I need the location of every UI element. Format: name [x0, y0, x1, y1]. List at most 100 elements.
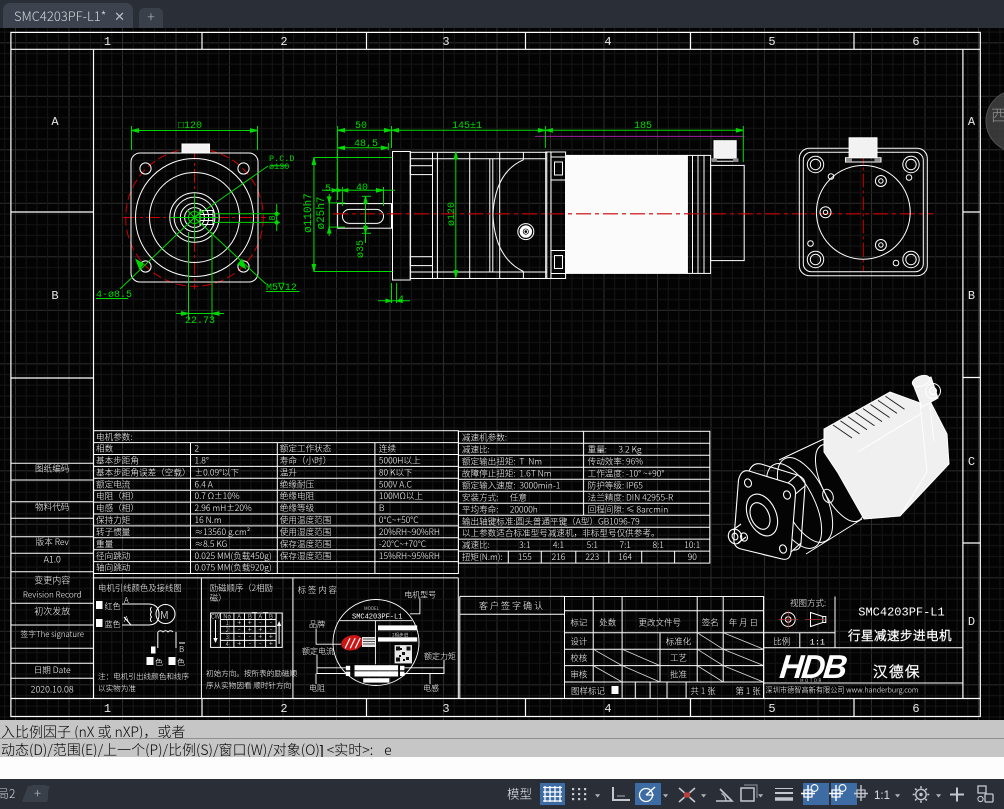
- svg-text:保存湿度范围: 保存湿度范围: [280, 550, 332, 562]
- svg-text:工艺: 工艺: [670, 652, 687, 664]
- svg-text:4:1: 4:1: [553, 539, 565, 551]
- svg-text:签名: 签名: [702, 617, 719, 629]
- svg-text:M5∇12: M5∇12: [266, 282, 297, 294]
- svg-text:4: 4: [604, 702, 611, 716]
- svg-text:A1.0: A1.0: [44, 553, 61, 566]
- svg-text:视图方式:: 视图方式:: [790, 597, 826, 609]
- svg-text:SMC4203PF-L1: SMC4203PF-L1: [858, 606, 944, 620]
- svg-text:48,5: 48,5: [354, 139, 378, 150]
- svg-text:使用温度范围: 使用温度范围: [280, 514, 332, 526]
- svg-text:保持力矩: 保持力矩: [96, 514, 131, 526]
- svg-text:局2: 局2: [0, 785, 15, 802]
- svg-text:1:1: 1:1: [810, 637, 825, 647]
- svg-text:B: B: [968, 289, 975, 303]
- svg-text:1: 1: [104, 702, 111, 716]
- svg-text:±0.09°以下: ±0.09°以下: [195, 466, 240, 478]
- svg-text:电阻: 电阻: [309, 683, 325, 694]
- svg-text:2相步进: 2相步进: [392, 631, 409, 638]
- svg-text:法兰精度: DIN 42955-R: 法兰精度: DIN 42955-R: [588, 491, 674, 503]
- svg-text:C: C: [968, 455, 975, 469]
- svg-text:D: D: [968, 615, 975, 629]
- svg-text:色: 色: [155, 657, 163, 668]
- svg-text:80 K以下: 80 K以下: [379, 466, 413, 478]
- svg-text:电机引线颜色及接线图: 电机引线颜色及接线图: [98, 582, 182, 594]
- svg-text:签字The signature: 签字The signature: [20, 629, 83, 640]
- svg-text:额定力矩: 额定力矩: [424, 651, 456, 662]
- svg-text:防护等级: IP65: 防护等级: IP65: [588, 479, 644, 491]
- svg-text:4: 4: [604, 35, 611, 49]
- svg-text:4: 4: [398, 295, 404, 306]
- svg-text:注：电机引出线颜色和线序: 注：电机引出线颜色和线序: [98, 671, 190, 682]
- svg-text:以上参数适合标准型号减速机，非标型号仅供参考。: 以上参数适合标准型号减速机，非标型号仅供参考。: [462, 527, 660, 539]
- svg-text:设计: 设计: [570, 636, 588, 648]
- svg-text:变更内容: 变更内容: [34, 574, 70, 587]
- svg-text:减速机参数:: 减速机参数:: [462, 431, 507, 443]
- svg-text:使用湿度范围: 使用湿度范围: [280, 526, 332, 538]
- svg-text:≈13560 g.cm²: ≈13560 g.cm²: [195, 526, 251, 538]
- svg-text:A: A: [51, 115, 59, 129]
- svg-text:重量: 3.2 Kg: 重量: 3.2 Kg: [588, 443, 642, 455]
- svg-text:共 1 张: 共 1 张: [690, 685, 716, 697]
- svg-text:0.7 Ω±10%: 0.7 Ω±10%: [195, 490, 240, 502]
- svg-text:减速比:: 减速比:: [462, 443, 490, 455]
- svg-text:校核: 校核: [570, 652, 588, 664]
- svg-text:1: 1: [104, 35, 111, 49]
- svg-text:电机参数:: 电机参数:: [96, 431, 133, 443]
- svg-text:汉德保: 汉德保: [873, 661, 921, 682]
- svg-text:155: 155: [518, 551, 532, 563]
- svg-text:1:1: 1:1: [874, 790, 890, 802]
- svg-text:SMC4203PF-L1: SMC4203PF-L1: [352, 614, 402, 622]
- svg-text:图样标记: 图样标记: [571, 685, 606, 697]
- svg-text:CW: CW: [211, 611, 220, 620]
- svg-text:轴向跳动: 轴向跳动: [96, 562, 131, 574]
- svg-text:额定输出扭矩: T Nm: 额定输出扭矩: T Nm: [462, 455, 542, 467]
- svg-text:ø130: ø130: [269, 162, 289, 172]
- svg-text:-20°C~+70°C: -20°C~+70°C: [379, 538, 427, 550]
- svg-text:减速比:: 减速比:: [462, 539, 490, 551]
- svg-text:图纸编码: 图纸编码: [35, 463, 70, 475]
- svg-text:额定输入速度: 3000min-1: 额定输入速度: 3000min-1: [462, 479, 561, 491]
- svg-text:0.075 MM(负载920g): 0.075 MM(负载920g): [195, 562, 272, 574]
- svg-text:MODEL: MODEL: [364, 606, 380, 612]
- svg-text:ø35: ø35: [356, 240, 367, 258]
- svg-text:MOTOR: MOTOR: [800, 678, 823, 684]
- svg-text:3:1: 3:1: [519, 539, 531, 551]
- svg-text:5000H以上: 5000H以上: [379, 455, 421, 467]
- svg-text:绝缘耐压: 绝缘耐压: [280, 478, 315, 490]
- svg-text:223: 223: [585, 551, 599, 563]
- svg-text:日期 Date: 日期 Date: [34, 664, 71, 676]
- svg-text:2: 2: [280, 35, 287, 49]
- svg-text:扭矩(N.m):: 扭矩(N.m):: [462, 551, 503, 563]
- svg-text:0°C~+50°C: 0°C~+50°C: [379, 514, 419, 526]
- svg-text:第 1 张: 第 1 张: [735, 685, 761, 697]
- svg-text:164: 164: [618, 551, 632, 563]
- svg-text:500V A.C: 500V A.C: [379, 478, 413, 490]
- svg-text:模型: 模型: [507, 784, 532, 803]
- svg-text:相数: 相数: [96, 443, 114, 455]
- svg-text:品牌: 品牌: [309, 619, 325, 630]
- svg-text:西: 西: [991, 102, 1004, 126]
- svg-text:3: 3: [442, 35, 449, 49]
- svg-text:工作温度: -10° ~+90°: 工作温度: -10° ~+90°: [588, 467, 665, 479]
- svg-text:50: 50: [355, 121, 367, 132]
- svg-text:≈8.5 KG: ≈8.5 KG: [195, 538, 228, 550]
- svg-text:序从实物因看 顺时针方向: 序从实物因看 顺时针方向: [206, 680, 291, 691]
- svg-text:16 N.m: 16 N.m: [195, 514, 222, 526]
- svg-text:2020.10.08: 2020.10.08: [31, 683, 74, 696]
- svg-text:ø120: ø120: [447, 202, 458, 226]
- svg-text:15%RH~95%RH: 15%RH~95%RH: [379, 550, 440, 562]
- svg-text:185: 185: [634, 121, 652, 132]
- svg-text:输出轴键标准:圆头普通平键（A型）GB1096-79: 输出轴键标准:圆头普通平键（A型）GB1096-79: [462, 515, 640, 527]
- svg-text:6: 6: [912, 35, 919, 49]
- svg-text:2: 2: [195, 443, 200, 455]
- svg-text:客户签字确认: 客户签字确认: [479, 599, 545, 612]
- svg-text:温升: 温升: [280, 466, 298, 478]
- svg-text:B: B: [379, 502, 385, 514]
- svg-text:年 月 日: 年 月 日: [729, 617, 758, 629]
- svg-text:处数: 处数: [599, 617, 617, 629]
- svg-text:2: 2: [280, 702, 287, 716]
- svg-text:红色: 红色: [105, 601, 121, 612]
- svg-text:ø25h7: ø25h7: [316, 196, 328, 229]
- svg-text:绝缘等级: 绝缘等级: [280, 502, 315, 514]
- svg-text:+: +: [269, 638, 273, 649]
